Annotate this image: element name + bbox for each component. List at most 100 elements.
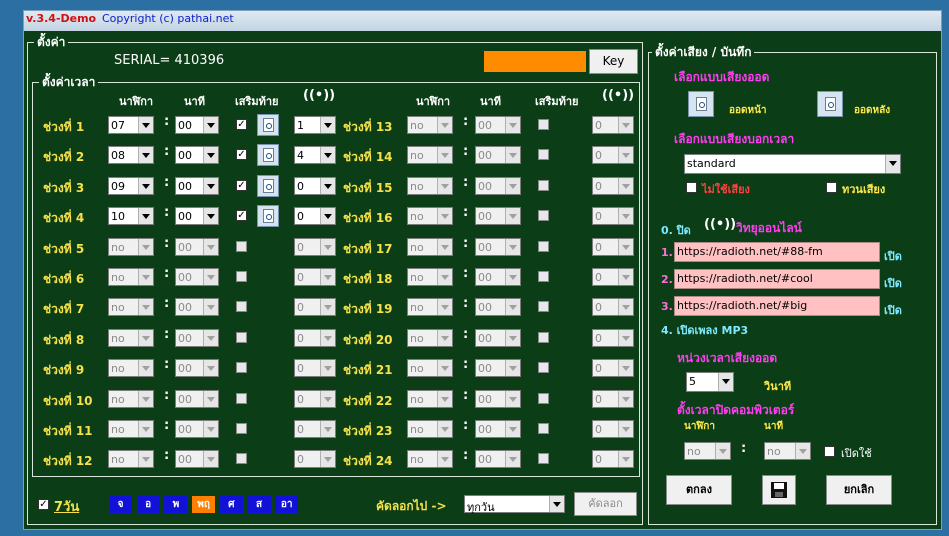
count-select[interactable]: 0 <box>294 238 336 256</box>
minute-select[interactable]: 00 <box>475 450 521 468</box>
minute-select[interactable]: 00 <box>175 177 219 195</box>
minute-select[interactable]: 00 <box>175 420 219 438</box>
count-select[interactable]: 0 <box>592 238 634 256</box>
count-select[interactable]: 0 <box>294 329 336 347</box>
extra-checkbox[interactable] <box>538 332 549 343</box>
after-preview-button[interactable] <box>817 91 843 117</box>
minute-select[interactable]: 00 <box>175 359 219 377</box>
hour-select[interactable]: no <box>407 116 453 134</box>
station-url-input[interactable]: https://radioth.net/#big <box>674 296 880 316</box>
count-select[interactable]: 0 <box>592 450 634 468</box>
count-select[interactable]: 0 <box>294 177 336 195</box>
extra-checkbox[interactable] <box>236 301 247 312</box>
key-button[interactable]: Key <box>589 49 638 74</box>
count-select[interactable]: 0 <box>294 268 336 286</box>
radio-off-label[interactable]: 0. ปิด <box>661 221 691 239</box>
voice-select[interactable]: standard <box>684 154 901 174</box>
station-open-button[interactable]: เปิด <box>884 274 902 292</box>
count-select[interactable]: 0 <box>592 268 634 286</box>
count-select[interactable]: 0 <box>592 116 634 134</box>
count-select[interactable]: 0 <box>294 298 336 316</box>
extra-checkbox[interactable] <box>236 362 247 373</box>
hour-select[interactable]: 07 <box>108 116 154 134</box>
hour-select[interactable]: no <box>407 268 453 286</box>
minute-select[interactable]: 00 <box>175 390 219 408</box>
minute-select[interactable]: 00 <box>175 268 219 286</box>
extra-checkbox[interactable] <box>236 393 247 404</box>
count-select[interactable]: 0 <box>592 298 634 316</box>
minute-select[interactable]: 00 <box>475 420 521 438</box>
extra-checkbox[interactable] <box>538 362 549 373</box>
hour-select[interactable]: no <box>108 268 154 286</box>
shutdown-enable-checkbox[interactable] <box>824 446 835 457</box>
preview-button[interactable] <box>257 205 279 227</box>
count-select[interactable]: 0 <box>592 420 634 438</box>
hour-select[interactable]: no <box>407 420 453 438</box>
copy-button[interactable]: คัดลอก <box>574 492 637 516</box>
day-button[interactable]: พฤ <box>192 496 216 513</box>
station-url-input[interactable]: https://radioth.net/#88-fm <box>674 242 880 262</box>
extra-checkbox[interactable] <box>538 210 549 221</box>
extra-checkbox[interactable]: ✓ <box>236 149 247 160</box>
minute-select[interactable]: 00 <box>475 238 521 256</box>
extra-checkbox[interactable] <box>538 149 549 160</box>
hour-select[interactable]: no <box>108 298 154 316</box>
station-url-input[interactable]: https://radioth.net/#cool <box>674 269 880 289</box>
extra-checkbox[interactable] <box>236 271 247 282</box>
minute-select[interactable]: 00 <box>475 207 521 225</box>
hour-select[interactable]: 09 <box>108 177 154 195</box>
extra-checkbox[interactable] <box>538 119 549 130</box>
key-input[interactable] <box>484 51 586 72</box>
hour-select[interactable]: no <box>108 238 154 256</box>
count-select[interactable]: 0 <box>294 450 336 468</box>
preview-button[interactable] <box>257 144 279 166</box>
extra-checkbox[interactable] <box>538 393 549 404</box>
count-select[interactable]: 0 <box>592 146 634 164</box>
ok-button[interactable]: ตกลง <box>666 475 732 505</box>
save-button[interactable] <box>762 475 796 505</box>
minute-select[interactable]: 00 <box>475 329 521 347</box>
minute-select[interactable]: 00 <box>175 146 219 164</box>
before-preview-button[interactable] <box>688 91 714 117</box>
extra-checkbox[interactable] <box>538 180 549 191</box>
minute-select[interactable]: 00 <box>475 298 521 316</box>
count-select[interactable]: 0 <box>592 390 634 408</box>
minute-select[interactable]: 00 <box>175 116 219 134</box>
count-select[interactable]: 0 <box>294 359 336 377</box>
extra-checkbox[interactable] <box>236 453 247 464</box>
extra-checkbox[interactable]: ✓ <box>236 210 247 221</box>
mix-voice-checkbox[interactable] <box>826 182 837 193</box>
copy-to-select[interactable]: ทุกวัน <box>464 495 565 514</box>
count-select[interactable]: 0 <box>592 207 634 225</box>
count-select[interactable]: 4 <box>294 146 336 164</box>
hour-select[interactable]: no <box>407 390 453 408</box>
extra-checkbox[interactable] <box>236 423 247 434</box>
day-button[interactable]: จ <box>109 496 132 513</box>
extra-checkbox[interactable] <box>538 423 549 434</box>
hour-select[interactable]: no <box>407 329 453 347</box>
minute-select[interactable]: 00 <box>175 329 219 347</box>
preview-button[interactable] <box>257 114 279 136</box>
shutdown-minute-select[interactable]: no <box>764 442 811 460</box>
hour-select[interactable]: no <box>407 207 453 225</box>
minute-select[interactable]: 00 <box>475 146 521 164</box>
minute-select[interactable]: 00 <box>175 238 219 256</box>
extra-checkbox[interactable]: ✓ <box>236 119 247 130</box>
hour-select[interactable]: no <box>407 359 453 377</box>
minute-select[interactable]: 00 <box>175 207 219 225</box>
shutdown-hour-select[interactable]: no <box>684 442 731 460</box>
seven-days-checkbox[interactable]: ✓ <box>38 499 49 510</box>
hour-select[interactable]: no <box>407 450 453 468</box>
day-button[interactable]: ส <box>247 496 271 513</box>
hour-select[interactable]: no <box>407 298 453 316</box>
minute-select[interactable]: 00 <box>175 450 219 468</box>
extra-checkbox[interactable] <box>236 332 247 343</box>
count-select[interactable]: 0 <box>592 329 634 347</box>
count-select[interactable]: 0 <box>294 390 336 408</box>
hour-select[interactable]: 10 <box>108 207 154 225</box>
hour-select[interactable]: no <box>108 390 154 408</box>
day-button[interactable]: อ <box>136 496 160 513</box>
delay-select[interactable]: 5 <box>686 372 734 392</box>
extra-checkbox[interactable] <box>236 241 247 252</box>
mp3-label[interactable]: 4. เปิดเพลง MP3 <box>661 321 748 339</box>
